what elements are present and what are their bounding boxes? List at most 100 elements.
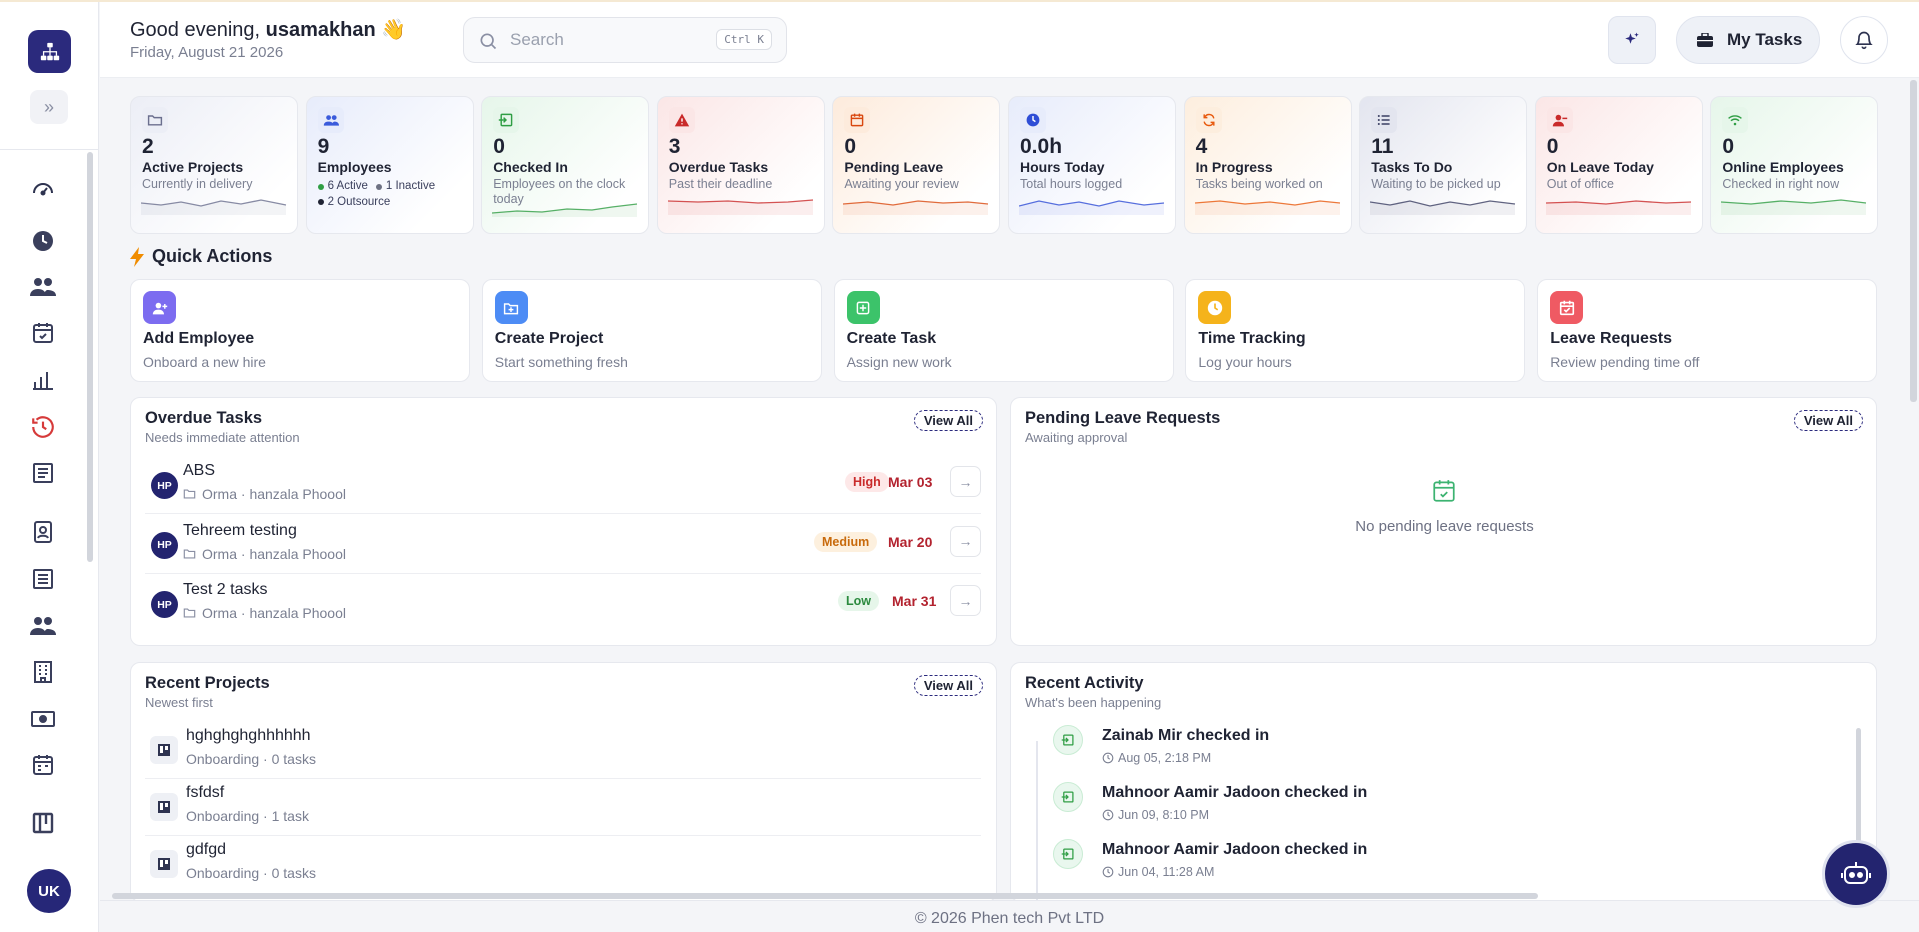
sidebar-scrollbar[interactable] — [87, 152, 93, 562]
clock-icon — [1026, 113, 1040, 127]
stat-value: 4 — [1195, 135, 1208, 158]
stat-subtitle: Waiting to be picked up — [1371, 177, 1501, 191]
stat-card[interactable]: 0 Pending Leave Awaiting your review — [832, 96, 1001, 234]
nav-payroll[interactable] — [26, 704, 60, 734]
quick-action-desc: Start something fresh — [494, 354, 628, 370]
open-task-button[interactable]: → — [950, 525, 981, 557]
table-row[interactable]: HP ABS Orma · hanzala Phoool High Mar 03 → — [145, 460, 981, 518]
stat-card[interactable]: 0 On Leave Today Out of office — [1534, 96, 1703, 234]
recent-projects-panel: Recent Projects Newest first View All hg… — [130, 662, 997, 902]
quick-action-card[interactable]: Create Task Assign new work — [833, 279, 1174, 382]
stat-value: 11 — [1371, 135, 1394, 158]
wifi-icon — [1728, 115, 1743, 126]
team-icon — [30, 278, 56, 296]
app-logo[interactable] — [28, 30, 71, 73]
stat-label: Checked In — [493, 159, 568, 175]
table-row[interactable]: HP Test 2 tasks Orma · hanzala Phoool Low Ma… — [145, 579, 981, 637]
expand-sidebar-button[interactable]: » — [30, 90, 68, 124]
stat-subtitle: Checked in right now — [1722, 177, 1840, 191]
nav-records[interactable] — [26, 564, 60, 594]
activity-text: Mahnoor Aamir Jadoon checked in — [1102, 841, 1368, 858]
nav-documents[interactable] — [26, 458, 60, 488]
list-item[interactable]: hghghghghhhhhh Onboarding · 0 tasks — [145, 725, 981, 782]
quick-action-card[interactable]: Time Tracking Log your hours — [1185, 279, 1526, 382]
lightning-icon — [130, 246, 144, 267]
quick-action-desc: Log your hours — [1198, 354, 1292, 370]
activity-time-text: Jun 04, 11:28 AM — [1118, 865, 1215, 879]
due-date: Mar 20 — [888, 533, 933, 550]
search-shortcut: Ctrl K — [716, 29, 772, 50]
robot-icon — [1841, 862, 1871, 884]
list-item[interactable]: fsfdsf Onboarding · 1 task — [145, 782, 981, 839]
panel-title: Recent Projects — [145, 674, 270, 692]
activity-item: Mahnoor Aamir Jadoon checked in Jun 09, 8… — [1035, 782, 1815, 838]
assignee-avatar: HP — [151, 591, 178, 618]
dashboard-gauge-icon — [33, 183, 53, 196]
view-all-button[interactable]: View All — [913, 675, 983, 696]
stat-icon-badge — [317, 107, 344, 133]
login-icon — [1061, 791, 1074, 803]
row-divider — [145, 835, 981, 836]
stat-card[interactable]: 0 Checked In Employees on the clock today — [481, 96, 650, 234]
stat-card[interactable]: 0.0h Hours Today Total hours logged — [1008, 96, 1176, 234]
vertical-scrollbar[interactable] — [1910, 80, 1917, 402]
search-input[interactable]: Search Ctrl K — [463, 17, 787, 63]
nav-departments[interactable] — [26, 657, 60, 687]
sidebar: » UK — [0, 2, 99, 932]
sparkline — [843, 200, 989, 215]
stat-card[interactable]: 11 Tasks To Do Waiting to be picked up — [1359, 96, 1528, 234]
stat-label: Tasks To Do — [1371, 159, 1453, 175]
quick-action-title: Time Tracking — [1198, 330, 1306, 347]
stat-card[interactable]: 9 Employees 6 Active 1 Inactive 2 Outsource — [305, 96, 474, 234]
quick-action-card[interactable]: Add Employee Onboard a new hire — [130, 279, 470, 382]
nav-dashboard[interactable] — [26, 174, 60, 204]
nav-attendance[interactable] — [26, 226, 60, 256]
nav-team[interactable] — [26, 272, 60, 302]
view-all-button[interactable]: View All — [913, 410, 983, 431]
kanban-icon — [158, 858, 170, 870]
nav-board[interactable] — [26, 808, 60, 838]
quick-action-card[interactable]: Leave Requests Review pending time off — [1537, 279, 1878, 382]
stat-value: 0 — [844, 135, 857, 158]
quick-action-card[interactable]: Create Project Start something fresh — [481, 279, 822, 382]
list-icon — [1377, 114, 1390, 126]
stat-icon-badge — [1195, 107, 1222, 133]
nav-tasks[interactable] — [26, 318, 60, 348]
stat-card[interactable]: 4 In Progress Tasks being worked on — [1183, 96, 1352, 234]
greeting-prefix: Good evening, — [130, 19, 261, 41]
nav-contacts[interactable] — [26, 517, 60, 547]
quick-action-icon — [846, 291, 880, 324]
row-divider — [145, 513, 981, 514]
legend-item: 2 Outsource — [317, 195, 390, 210]
table-row[interactable]: HP Tehreem testing Orma · hanzala Phoool Me… — [145, 520, 981, 578]
folder-icon — [183, 608, 196, 618]
my-tasks-button[interactable]: My Tasks — [1676, 16, 1820, 64]
stat-icon-badge — [142, 107, 168, 133]
stat-icon-badge — [668, 107, 695, 133]
panel-subtitle: Newest first — [145, 695, 213, 710]
activity-text: Zainab Mir checked in — [1102, 727, 1270, 744]
open-task-button[interactable]: → — [950, 585, 981, 616]
clock-icon — [1102, 752, 1114, 764]
open-task-button[interactable]: → — [950, 466, 981, 497]
nav-reports[interactable] — [26, 365, 60, 395]
money-icon — [31, 711, 55, 727]
task-meta: Orma · hanzala Phoool — [183, 546, 346, 562]
chatbot-button[interactable] — [1822, 840, 1890, 908]
view-all-button[interactable]: View All — [1793, 410, 1863, 431]
stat-card[interactable]: 3 Overdue Tasks Past their deadline — [656, 96, 825, 234]
nav-time-history[interactable] — [26, 412, 60, 442]
stat-card[interactable]: 2 Active Projects Currently in delivery — [130, 96, 298, 234]
login-icon — [498, 113, 513, 127]
horizontal-scrollbar[interactable] — [112, 893, 1538, 899]
list-item[interactable]: gdfgd Onboarding · 0 tasks — [145, 839, 981, 896]
assignee-avatar: HP — [151, 472, 178, 499]
due-date: Mar 03 — [888, 474, 933, 490]
ai-assistant-button[interactable] — [1608, 16, 1656, 64]
notifications-button[interactable] — [1840, 16, 1888, 64]
user-avatar[interactable]: UK — [27, 869, 71, 913]
panel-title: Pending Leave Requests — [1025, 409, 1221, 427]
nav-employees[interactable] — [26, 611, 60, 641]
stat-card[interactable]: 0 Online Employees Checked in right now — [1710, 96, 1879, 234]
nav-calendar[interactable] — [26, 750, 60, 780]
